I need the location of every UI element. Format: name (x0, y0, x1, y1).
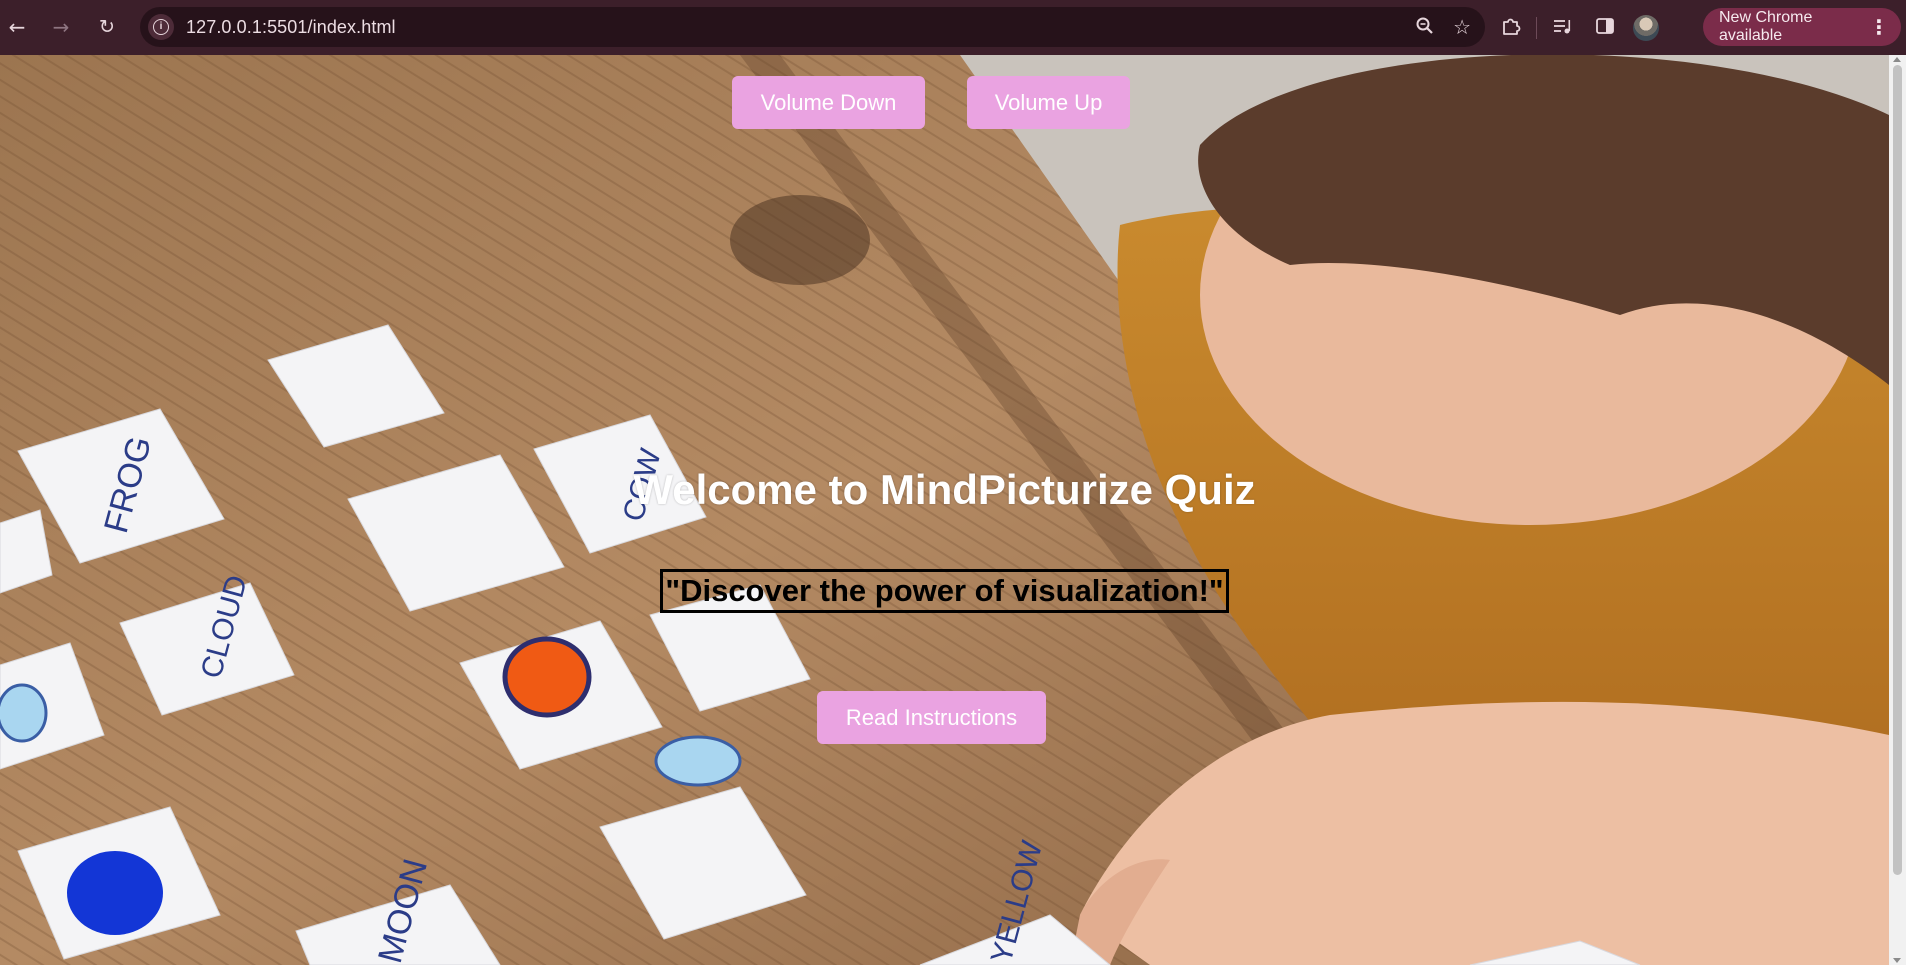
browser-toolbar: ← → ↻ i 127.0.0.1:5501/index.html ☆ New … (0, 0, 1906, 55)
kebab-menu-icon[interactable]: ⋮ (1869, 15, 1889, 39)
update-chrome-button[interactable]: New Chrome available ⋮ (1703, 8, 1901, 46)
forward-arrow-icon[interactable]: → (46, 12, 76, 42)
update-chrome-label: New Chrome available (1719, 9, 1813, 44)
url-text[interactable]: 127.0.0.1:5501/index.html (186, 17, 396, 38)
volume-up-button[interactable]: Volume Up (967, 76, 1130, 129)
address-bar[interactable]: i 127.0.0.1:5501/index.html ☆ (140, 7, 1485, 47)
tagline-text: "Discover the power of visualization!" (660, 569, 1229, 613)
avatar[interactable] (1633, 14, 1659, 41)
scroll-down-arrow-icon[interactable] (1893, 958, 1901, 963)
read-instructions-button[interactable]: Read Instructions (817, 691, 1046, 744)
puzzle-icon[interactable] (1500, 15, 1522, 40)
zoom-icon[interactable] (1415, 16, 1435, 39)
scroll-up-arrow-icon[interactable] (1893, 57, 1901, 62)
page-viewport: FROG CLOUD COW MOON YELLOW Volume Down V… (0, 55, 1889, 965)
toolbar-divider (1536, 16, 1537, 39)
page-scrollbar[interactable] (1889, 55, 1906, 965)
media-queue-icon[interactable] (1551, 15, 1573, 40)
scrollbar-thumb[interactable] (1893, 65, 1902, 875)
side-panel-icon[interactable] (1595, 16, 1615, 39)
page-title: Welcome to MindPicturize Quiz (633, 466, 1256, 513)
reload-icon[interactable]: ↻ (92, 12, 122, 42)
back-arrow-icon[interactable]: ← (2, 12, 32, 42)
toolbar-actions (1500, 0, 1659, 55)
star-icon[interactable]: ☆ (1453, 17, 1471, 37)
info-icon[interactable]: i (148, 14, 174, 40)
volume-down-button[interactable]: Volume Down (732, 76, 925, 129)
tagline-container: "Discover the power of visualization!" (0, 569, 1889, 613)
